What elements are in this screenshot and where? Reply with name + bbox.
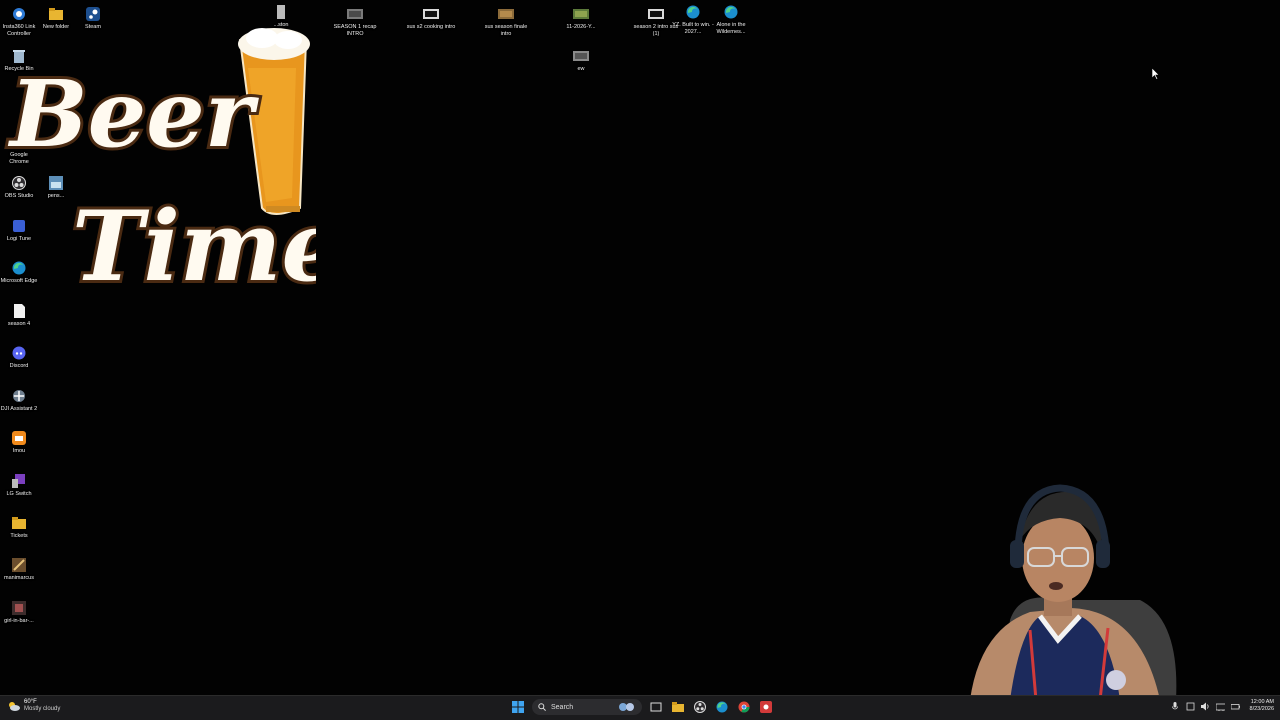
folder-icon [11,515,27,531]
video-icon [347,6,363,22]
beer-time-overlay: Beer Time [4,18,346,308]
tray-overflow-icon[interactable] [1186,702,1195,711]
mouse-cursor-icon [1152,68,1160,80]
microphone-icon[interactable] [1171,701,1180,711]
search-icon [538,703,546,711]
clock-time: 12:00 AM [1250,699,1274,705]
task-view-button[interactable] [648,699,664,715]
desktop: Insta360 Link Controller New folder Stea… [0,0,1280,701]
desktop-icon-girl-in-bar[interactable]: girl-in-bar-... [0,600,38,625]
desktop-icon-tickets[interactable]: Tickets [0,515,38,540]
record-icon [760,701,772,713]
desktop-icon-ew[interactable]: ew [556,48,606,73]
video-icon [648,6,664,22]
webcam-overlay [940,480,1180,701]
start-button[interactable] [510,699,526,715]
taskbar-chrome[interactable] [736,699,752,715]
search-placeholder: Search [551,703,574,711]
edge-icon [716,701,728,713]
lg-switch-icon [11,473,27,489]
edge-icon [685,4,701,20]
task-view-icon [650,702,662,712]
desktop-icon-manimarcus[interactable]: manimarcus [0,557,38,582]
desktop-icon-discord[interactable]: Discord [0,345,38,370]
desktop-icon-sus-s2-cooking[interactable]: sus s2 cooking intro [406,6,456,31]
volume-icon[interactable] [1200,702,1210,711]
weather-description: Mostly cloudy [24,706,61,712]
clock-date: 8/23/2026 [1249,706,1274,712]
desktop-icon-imou[interactable]: Imou [0,430,38,455]
weather-temp: 60°F [24,699,37,705]
desktop-icon-11-2026[interactable]: 11-2026-Y... [556,6,606,31]
dji-icon [11,388,27,404]
overlay-line-2: Time [72,190,316,303]
weather-widget[interactable]: 60°F Mostly cloudy [8,699,60,713]
desktop-icon-dji[interactable]: DJI Assistant 2 [0,388,38,413]
taskbar: 60°F Mostly cloudy Search 12:00 AM 8/23/… [0,695,1280,720]
discord-icon [11,345,27,361]
system-tray: 12:00 AM 8/23/2026 [1171,699,1274,713]
obs-icon [694,701,706,713]
taskbar-edge[interactable] [714,699,730,715]
desktop-icon-lg-switch[interactable]: LG Switch [0,473,38,498]
video-icon [573,6,589,22]
video-icon [573,48,589,64]
search-highlight-icon [619,703,634,711]
overlay-line-1: Beer [7,60,260,168]
taskbar-obs[interactable] [692,699,708,715]
taskbar-file-explorer[interactable] [670,699,686,715]
imou-icon [11,430,27,446]
desktop-icon-alone-wilderness[interactable]: Alone in the Wildernes... [706,4,756,36]
folder-icon [672,702,684,712]
jersey-logo-icon [1106,670,1126,690]
video-icon [498,6,514,22]
shortcut-icon [11,557,27,573]
cloud-sun-icon [9,702,20,711]
battery-icon[interactable] [1230,702,1240,711]
taskbar-search[interactable]: Search [532,699,642,715]
taskbar-recorder[interactable] [758,699,774,715]
video-icon [423,6,439,22]
chrome-icon [738,701,750,713]
edge-icon [723,4,739,20]
network-icon[interactable] [1215,702,1225,711]
windows-icon [512,701,524,713]
desktop-icon-sus-season-finale[interactable]: sus season finale intro [481,6,531,38]
desktop-icon-season1-recap[interactable]: SEASON 1 recap INTRO [330,6,380,38]
taskbar-clock[interactable]: 12:00 AM 8/23/2026 [1250,699,1274,713]
image-icon [11,600,27,616]
taskbar-apps: Search [510,699,774,715]
